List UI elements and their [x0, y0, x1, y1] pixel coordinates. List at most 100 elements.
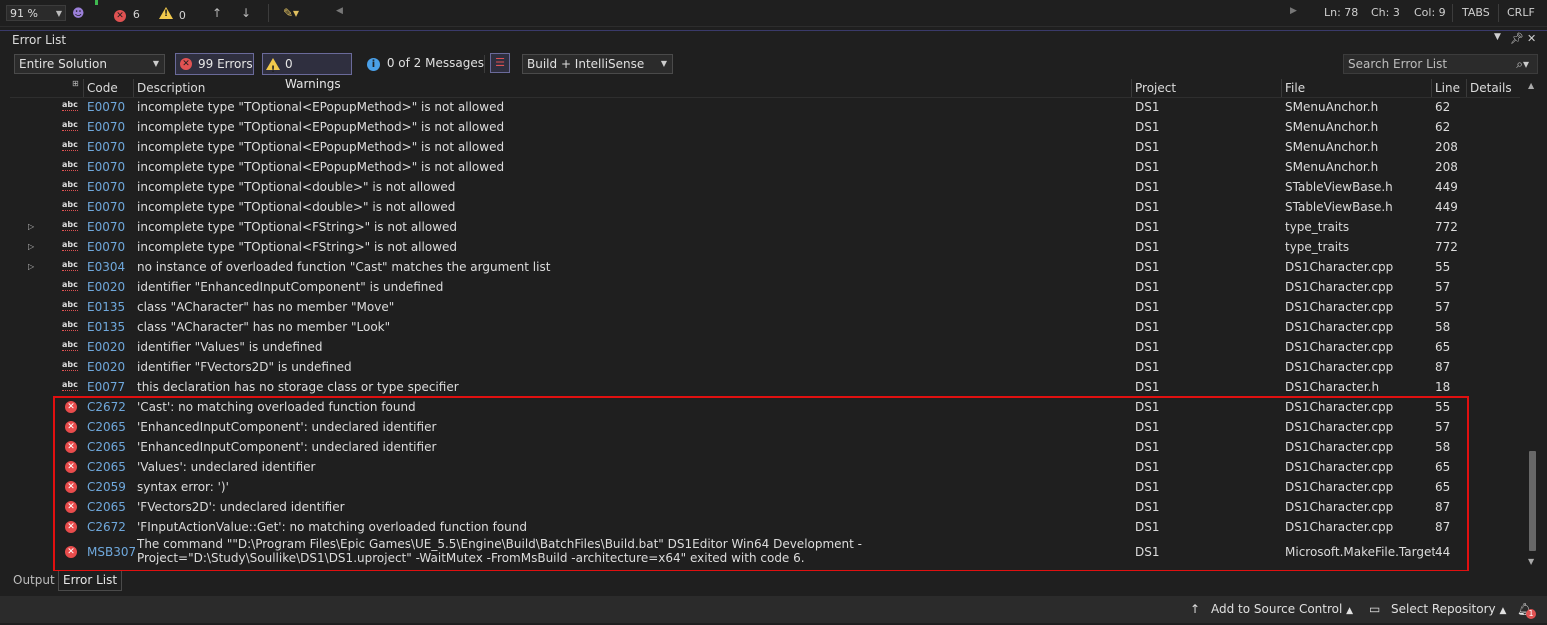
tab-error-list[interactable]: Error List	[58, 571, 123, 591]
error-description: this declaration has no storage class or…	[137, 380, 459, 394]
filter-current-document-icon[interactable]: ☰	[490, 53, 510, 73]
error-line: 87	[1435, 360, 1451, 374]
error-project: DS1	[1135, 280, 1160, 294]
table-row[interactable]: ▷ abc E0070 incomplete type "TOptional<FStr…	[10, 217, 1522, 237]
table-row[interactable]: abc E0020 identifier "FVectors2D" is undef…	[10, 357, 1522, 377]
error-count-indicator[interactable]: ✕ 6	[114, 7, 140, 22]
table-row[interactable]: abc E0020 identifier "EnhancedInputCompone…	[10, 277, 1522, 297]
messages-filter-button[interactable]: i 0 of 2 Messages	[367, 56, 484, 71]
error-file: DS1Character.cpp	[1285, 360, 1394, 374]
build-mode-dropdown[interactable]: Build + IntelliSense ▼	[522, 54, 673, 74]
intellisense-error-icon: abc	[62, 360, 78, 371]
error-code: E0070	[87, 240, 126, 254]
intellisense-error-icon: abc	[62, 180, 78, 191]
error-description: no instance of overloaded function "Cast…	[137, 260, 551, 274]
error-project: DS1	[1135, 140, 1160, 154]
vertical-scrollbar[interactable]: ▲ ▼	[1526, 79, 1540, 570]
expand-icon[interactable]: ▷	[28, 217, 34, 237]
zoom-dropdown[interactable]: 91 % ▼	[6, 5, 66, 21]
intellisense-error-icon: abc	[62, 380, 78, 391]
column-header-details[interactable]: Details	[1466, 79, 1522, 97]
intellisense-error-icon: abc	[62, 240, 78, 251]
intellisense-error-icon: abc	[62, 300, 78, 311]
error-icon: ✕	[180, 58, 192, 70]
table-row[interactable]: abc E0077 this declaration has no storage …	[10, 377, 1522, 397]
expand-icon[interactable]: ▷	[28, 257, 34, 277]
error-description: incomplete type "TOptional<EPopupMethod>…	[137, 160, 505, 174]
error-line: 772	[1435, 220, 1458, 234]
error-code: E0070	[87, 100, 126, 114]
char-indicator[interactable]: Ch: 3	[1371, 0, 1400, 26]
window-options-icon[interactable]: ▼	[1494, 32, 1501, 42]
table-row[interactable]: abc E0070 incomplete type "TOptional<EPopu…	[10, 117, 1522, 137]
error-file: DS1Character.cpp	[1285, 320, 1394, 334]
add-source-control-button[interactable]: Add to Source Control ▲	[1211, 596, 1353, 625]
error-line: 62	[1435, 120, 1451, 134]
indent-mode[interactable]: TABS	[1462, 0, 1490, 26]
column-indicator[interactable]: Col: 9	[1414, 0, 1446, 26]
error-line: 65	[1435, 340, 1451, 354]
error-line: 55	[1435, 260, 1451, 274]
scroll-left-icon[interactable]: ◀	[336, 6, 343, 16]
error-project: DS1	[1135, 380, 1160, 394]
search-input[interactable]: Search Error List ⌕▾	[1343, 54, 1538, 74]
notifications-bell-icon[interactable]: 🔔︎ 1	[1517, 596, 1536, 623]
error-description: incomplete type "TOptional<EPopupMethod>…	[137, 140, 505, 154]
expand-icon[interactable]: ▷	[28, 237, 34, 257]
error-project: DS1	[1135, 100, 1160, 114]
error-code: E0020	[87, 360, 126, 374]
code-cleanup-icon[interactable]: ✎▾	[283, 5, 299, 21]
scroll-up-icon[interactable]: ▲	[1528, 81, 1534, 90]
column-options-icon[interactable]: ⊞	[72, 79, 79, 88]
highlight-box	[53, 396, 1469, 572]
warning-icon: !	[266, 58, 280, 75]
error-code: E0070	[87, 140, 126, 154]
arrow-up-icon[interactable]: ↑	[212, 5, 222, 21]
separator	[268, 4, 269, 22]
table-row[interactable]: abc E0020 identifier "Values" is undefined…	[10, 337, 1522, 357]
error-code: E0077	[87, 380, 126, 394]
table-row[interactable]: abc E0070 incomplete type "TOptional<doubl…	[10, 197, 1522, 217]
error-file: STableViewBase.h	[1285, 200, 1393, 214]
scroll-right-icon[interactable]: ▶	[1290, 6, 1297, 16]
table-row[interactable]: abc E0070 incomplete type "TOptional<EPopu…	[10, 157, 1522, 177]
error-line: 208	[1435, 160, 1458, 174]
warning-count-indicator[interactable]: ! 0	[159, 7, 186, 22]
error-project: DS1	[1135, 220, 1160, 234]
table-row[interactable]: abc E0070 incomplete type "TOptional<EPopu…	[10, 97, 1522, 117]
arrow-down-icon[interactable]: ↓	[241, 5, 251, 21]
error-project: DS1	[1135, 180, 1160, 194]
table-row[interactable]: abc E0135 class "ACharacter" has no member…	[10, 317, 1522, 337]
column-header-line[interactable]: Line	[1431, 79, 1466, 97]
table-row[interactable]: abc E0070 incomplete type "TOptional<doubl…	[10, 177, 1522, 197]
build-mode-value: Build + IntelliSense	[527, 57, 645, 71]
errors-filter-button[interactable]: ✕ 99 Errors	[175, 53, 254, 75]
line-indicator[interactable]: Ln: 78	[1324, 0, 1358, 26]
repository-icon: ▭	[1369, 602, 1381, 616]
line-ending[interactable]: CRLF	[1507, 0, 1535, 26]
column-header: ⊞ Code Description Project File Line Det…	[10, 79, 1520, 98]
column-header-file[interactable]: File	[1281, 79, 1431, 97]
column-header-project[interactable]: Project	[1131, 79, 1281, 97]
scope-dropdown[interactable]: Entire Solution ▼	[14, 54, 165, 74]
column-header-code[interactable]: Code	[83, 79, 134, 97]
tab-output[interactable]: Output	[9, 571, 59, 591]
table-row[interactable]: abc E0135 class "ACharacter" has no member…	[10, 297, 1522, 317]
error-file: type_traits	[1285, 240, 1350, 254]
scroll-down-icon[interactable]: ▼	[1528, 557, 1534, 566]
error-file: DS1Character.cpp	[1285, 260, 1394, 274]
select-repository-button[interactable]: Select Repository ▲	[1391, 596, 1506, 625]
table-row[interactable]: ▷ abc E0304 no instance of overloaded funct…	[10, 257, 1522, 277]
copilot-icon[interactable]: ☻	[72, 5, 85, 21]
error-description: identifier "Values" is undefined	[137, 340, 323, 354]
separator	[484, 55, 485, 73]
error-description: incomplete type "TOptional<double>" is n…	[137, 200, 456, 214]
search-placeholder: Search Error List	[1348, 57, 1448, 71]
table-row[interactable]: abc E0070 incomplete type "TOptional<EPopu…	[10, 137, 1522, 157]
scrollbar-thumb[interactable]	[1529, 451, 1536, 551]
close-icon[interactable]: ✕	[1527, 32, 1536, 45]
column-header-description[interactable]: Description	[133, 79, 1131, 97]
pin-icon[interactable]: 📌︎	[1510, 32, 1524, 45]
warnings-filter-button[interactable]: ! 0 Warnings	[262, 53, 352, 91]
table-row[interactable]: ▷ abc E0070 incomplete type "TOptional<FStr…	[10, 237, 1522, 257]
